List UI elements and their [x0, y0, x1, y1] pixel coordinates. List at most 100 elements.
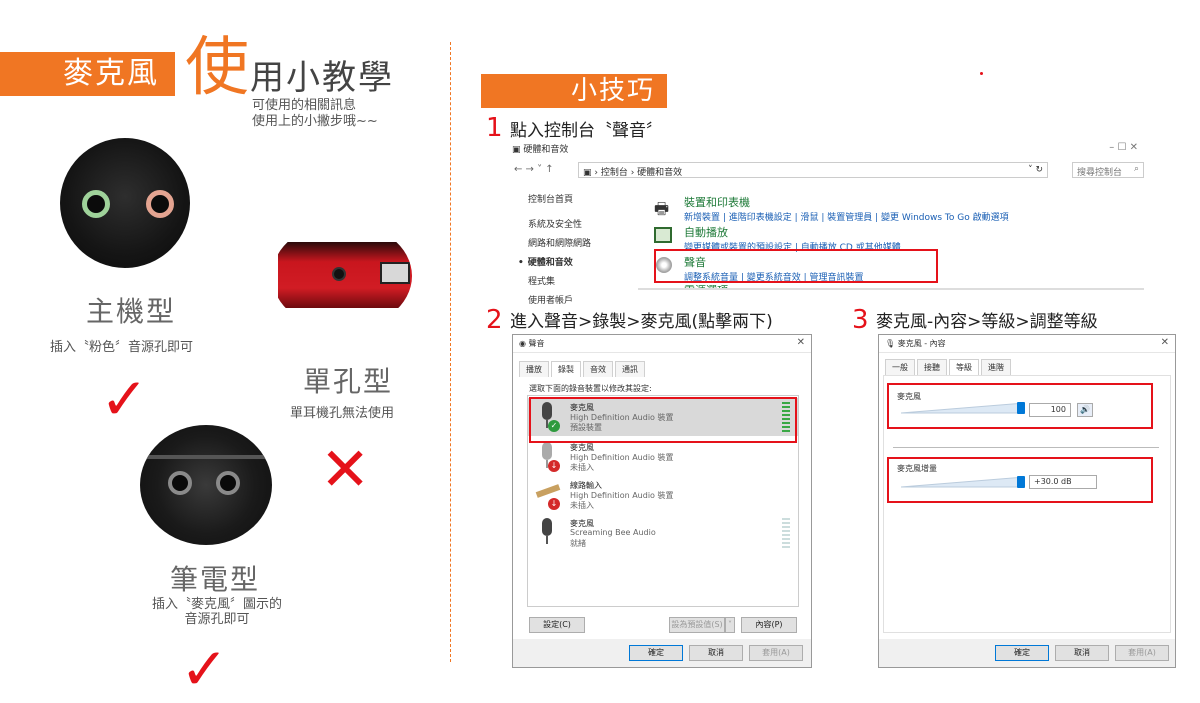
cp-nav-accounts[interactable]: 使用者帳戶: [528, 293, 638, 306]
list-item-device-3[interactable]: ↓ 線路輸入 High Definition Audio 裝置 未插入: [528, 476, 798, 514]
search-icon: ⌕: [1133, 164, 1139, 174]
cp-breadcrumb-text: › 控制台 › 硬體和音效: [594, 168, 683, 178]
column-divider: [450, 42, 451, 662]
configure-button[interactable]: 設定(C): [529, 617, 585, 633]
mic-dialog-title: 麥克風 - 內容: [897, 339, 946, 348]
properties-button[interactable]: 內容(P): [741, 617, 797, 633]
cp-nav-programs[interactable]: 程式集: [528, 274, 638, 287]
laptop-jack-1: [168, 471, 192, 495]
mic-apply-button[interactable]: 套用(A): [1115, 645, 1169, 661]
sound-dialog-title: 聲音: [528, 339, 545, 348]
sound-dialog-icon: ◉: [519, 339, 529, 348]
usb-port: [380, 262, 410, 284]
cp-nav-hardware[interactable]: • 硬體和音效: [518, 255, 638, 268]
cp-search-input[interactable]: 搜尋控制台 ⌕: [1072, 162, 1144, 178]
line-in-icon: ↓: [535, 480, 561, 510]
list-item-device-4[interactable]: 麥克風 Screaming Bee Audio 就緒: [528, 514, 798, 552]
cp-breadcrumb[interactable]: ▣ › 控制台 › 硬體和音效 ˅ ↻: [578, 162, 1048, 178]
tab-listen[interactable]: 接聽: [917, 359, 947, 375]
laptop-side-edge: [140, 455, 272, 459]
laptop-check-mark: ✓: [180, 635, 229, 703]
title-box: 麥克風: [0, 52, 175, 96]
printer-icon: 🖶: [654, 199, 670, 218]
cp-autoplay-title[interactable]: 自動播放: [684, 224, 901, 240]
cp-nav-security[interactable]: 系統及安全性: [528, 217, 638, 230]
sound-cancel-button[interactable]: 取消: [689, 645, 743, 661]
cp-address-row: ← → ˅ ↑ ▣ › 控制台 › 硬體和音效 ˅ ↻ 搜尋控制台 ⌕: [512, 162, 1144, 180]
laptop-type-note: 插入〝麥克風〞圖示的 音源孔即可: [142, 597, 292, 627]
red-dot: [980, 72, 983, 75]
single-jack-hole: [332, 267, 346, 281]
sound-apply-button[interactable]: 套用(A): [749, 645, 803, 661]
cp-window-title: 硬體和音效: [523, 145, 569, 155]
levels-separator: [893, 447, 1159, 448]
cp-breadcrumb-icon: ▣: [583, 168, 595, 178]
cp-window-icon: ▣: [512, 145, 524, 155]
cp-nav-hardware-label: 硬體和音效: [527, 258, 573, 268]
cp-sound-highlight: [654, 249, 938, 283]
single-type-label: 單孔型: [303, 365, 394, 398]
desktop-check-mark: ✓: [100, 365, 149, 433]
mic-properties-dialog: 🎙 麥克風 - 內容 ✕ 一般 接聽 等級 進階 麥克風 100 🔊 麥克風增量…: [878, 334, 1176, 668]
sound-device-highlight: [529, 397, 797, 443]
mic-dialog-titlebar: 🎙 麥克風 - 內容 ✕: [879, 335, 1175, 353]
set-default-button[interactable]: 設為預設值(S): [669, 617, 725, 633]
tab-recording[interactable]: 錄製: [551, 361, 581, 377]
step-3-number: 3: [852, 305, 869, 335]
list-item-device-2[interactable]: ↓ 麥克風 High Definition Audio 裝置 未插入: [528, 438, 798, 476]
mic-cancel-button[interactable]: 取消: [1055, 645, 1109, 661]
tab-communications[interactable]: 通訊: [615, 361, 645, 377]
cp-nav-arrows[interactable]: ← → ˅ ↑: [514, 164, 554, 175]
device-4-driver: Screaming Bee Audio: [570, 528, 656, 537]
cp-bottom-edge: [638, 288, 1144, 290]
desktop-type-label: 主機型: [86, 295, 177, 328]
mic-dialog-icon: 🎙: [885, 339, 898, 348]
tab-general[interactable]: 一般: [885, 359, 915, 375]
step-2-number: 2: [486, 305, 503, 335]
mic-ok-button[interactable]: 確定: [995, 645, 1049, 661]
sound-tabs: 播放 錄製 音效 通訊: [519, 361, 647, 377]
cp-devices-links[interactable]: 新增裝置 | 進階印表機設定 | 滑鼠 | 裝置管理員 | 變更 Windows…: [684, 210, 1009, 223]
autoplay-icon: [654, 227, 672, 243]
desktop-type-note: 插入〝粉色〞音源孔即可: [50, 340, 194, 355]
step-1-text: 點入控制台〝聲音〞: [510, 121, 663, 141]
tab-advanced[interactable]: 進階: [981, 359, 1011, 375]
mic-dialog-close-icon[interactable]: ✕: [1161, 337, 1169, 348]
cp-refresh-icon[interactable]: ˅ ↻: [1028, 165, 1043, 175]
cp-window-controls[interactable]: – ☐ ✕: [1109, 142, 1138, 153]
laptop-jack-photo: [140, 425, 272, 545]
laptop-note-line-2: 音源孔即可: [184, 612, 250, 627]
cp-devices-title[interactable]: 裝置和印表機: [684, 194, 1009, 210]
page-title: 用小教學: [250, 58, 394, 98]
subtitle-line-1: 可使用的相關訊息: [252, 98, 357, 113]
cp-nav: 控制台首頁 系統及安全性 網路和網際網路 • 硬體和音效 程式集 使用者帳戶: [518, 192, 638, 312]
microphone-icon: [536, 518, 560, 548]
set-default-dropdown-icon[interactable]: ˅: [725, 617, 735, 633]
step-2-text: 進入聲音>錄製>麥克風(點擊兩下): [510, 312, 773, 332]
control-panel-window: ▣ 硬體和音效 – ☐ ✕ ← → ˅ ↑ ▣ › 控制台 › 硬體和音效 ˅ ↻…: [512, 140, 1144, 306]
cp-nav-bullet: •: [518, 258, 524, 268]
tab-playback[interactable]: 播放: [519, 361, 549, 377]
cp-window-title-row: ▣ 硬體和音效: [512, 142, 568, 155]
single-jack-photo: [272, 222, 412, 330]
sound-dialog-close-icon[interactable]: ✕: [797, 337, 805, 348]
laptop-type-label: 筆電型: [170, 563, 261, 596]
tab-sounds[interactable]: 音效: [583, 361, 613, 377]
device-4-status: 就緒: [570, 539, 586, 548]
cp-nav-network[interactable]: 網路和網際網路: [528, 236, 638, 249]
cp-search-placeholder: 搜尋控制台: [1077, 168, 1123, 178]
laptop-note-line-1: 插入〝麥克風〞圖示的: [151, 597, 282, 612]
sound-ok-button[interactable]: 確定: [629, 645, 683, 661]
sound-instruction: 選取下面的錄音裝置以修改其設定:: [529, 384, 652, 393]
tips-label: 小技巧: [481, 74, 667, 108]
cp-nav-home[interactable]: 控制台首頁: [528, 192, 638, 205]
tab-levels[interactable]: 等級: [949, 359, 979, 375]
mic-tabs: 一般 接聽 等級 進階: [885, 359, 1013, 375]
device-3-status: 未插入: [570, 501, 594, 510]
cp-section-devices: 🖶 裝置和印表機 新增裝置 | 進階印表機設定 | 滑鼠 | 裝置管理員 | 變…: [654, 194, 1009, 223]
laptop-jack-2: [216, 471, 240, 495]
green-jack: [82, 190, 110, 218]
single-type-note: 單耳機孔無法使用: [290, 406, 395, 421]
step-3-text: 麥克風-內容>等級>調整等級: [876, 312, 1098, 332]
unplugged-arrow-icon: ↓: [548, 498, 560, 510]
